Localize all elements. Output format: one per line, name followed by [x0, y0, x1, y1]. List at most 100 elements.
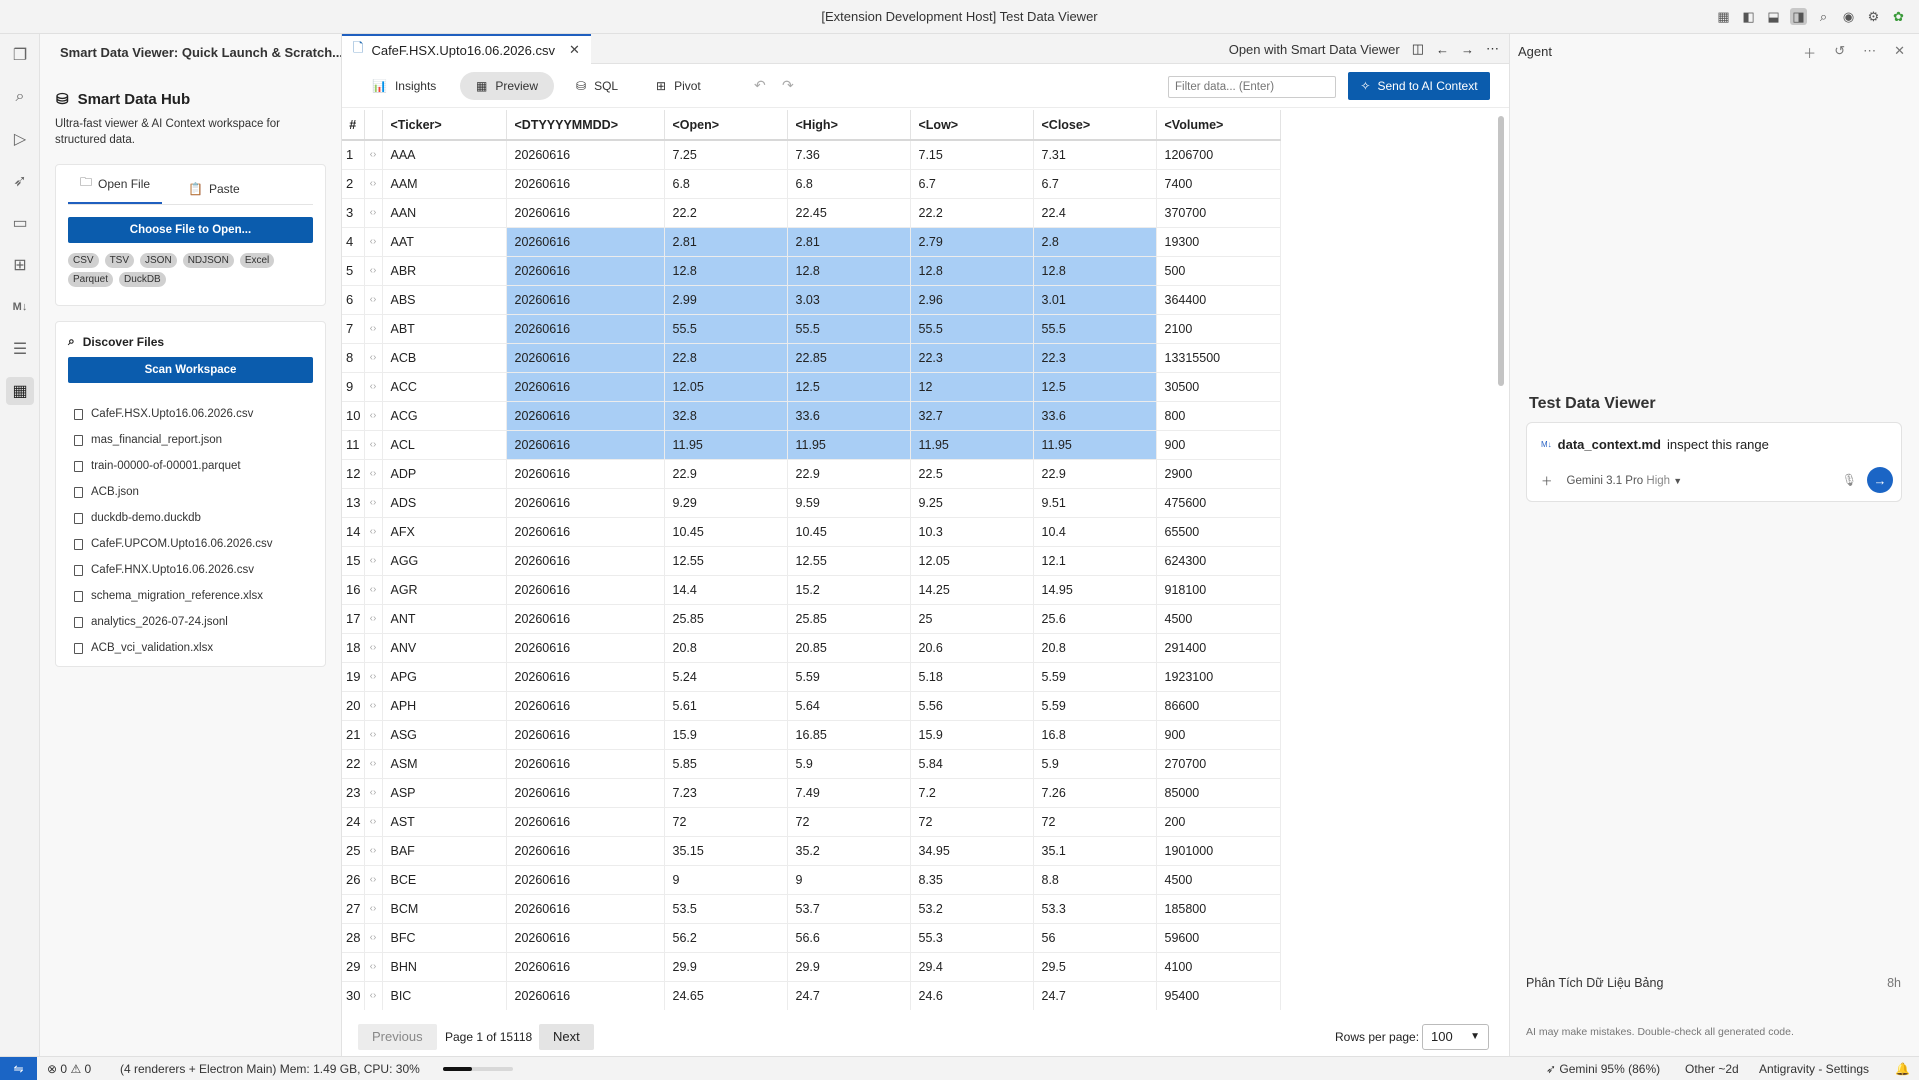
table-row[interactable]: 20 ‹› APH 20260616 5.61 5.64 5.56 5.59 86600 [342, 691, 1281, 721]
table-row[interactable]: 27 ‹› BCM 20260616 53.5 53.7 53.2 53.3 185800 [342, 894, 1281, 924]
table-cell[interactable]: BCM [382, 894, 507, 924]
table-cell[interactable]: 20260616 [506, 343, 665, 373]
table-cell[interactable]: 9.59 [787, 488, 911, 518]
table-cell[interactable]: 20.6 [910, 633, 1034, 663]
table-cell[interactable]: 12.1 [1033, 546, 1157, 576]
expand-row-icon[interactable]: ‹› [364, 198, 383, 228]
table-row[interactable]: 7 ‹› ABT 20260616 55.5 55.5 55.5 55.5 2100 [342, 314, 1281, 344]
table-cell[interactable]: 6.7 [910, 169, 1034, 199]
expand-row-icon[interactable]: ‹› [364, 401, 383, 431]
table-row[interactable]: 26 ‹› BCE 20260616 9 9 8.35 8.8 4500 [342, 865, 1281, 895]
table-cell[interactable]: 25.6 [1033, 604, 1157, 634]
table-cell[interactable]: 35.2 [787, 836, 911, 866]
table-cell[interactable]: 29.5 [1033, 952, 1157, 982]
table-cell[interactable]: APH [382, 691, 507, 721]
table-cell[interactable]: 9 [664, 865, 788, 895]
table-cell[interactable]: BIC [382, 981, 507, 1010]
table-cell[interactable]: 12.05 [910, 546, 1034, 576]
table-cell[interactable]: 14.25 [910, 575, 1034, 605]
table-cell[interactable]: 55.5 [910, 314, 1034, 344]
expand-row-icon[interactable]: ‹› [364, 140, 383, 170]
table-cell[interactable]: 55.5 [664, 314, 788, 344]
gemini-quota[interactable]: ➶ Gemini 95% (86%) [1546, 1062, 1660, 1076]
table-cell[interactable]: 16.85 [787, 720, 911, 750]
table-cell[interactable]: 6.8 [787, 169, 911, 199]
table-cell[interactable]: AAN [382, 198, 507, 228]
chrome-icon[interactable]: ◉ [1840, 8, 1857, 25]
table-cell[interactable]: 1923100 [1156, 662, 1281, 692]
expand-row-icon[interactable]: ‹› [364, 952, 383, 982]
table-cell[interactable]: 20260616 [506, 140, 665, 170]
table-cell[interactable]: 185800 [1156, 894, 1281, 924]
data-viewer-icon[interactable]: ▦ [0, 370, 40, 412]
table-cell[interactable]: 4500 [1156, 865, 1281, 895]
table-cell[interactable]: 900 [1156, 430, 1281, 460]
other-quota[interactable]: Other ~2d [1685, 1062, 1739, 1076]
column-header-index[interactable]: # [342, 110, 365, 141]
next-button[interactable]: Next [539, 1024, 594, 1050]
table-cell[interactable]: ACC [382, 372, 507, 402]
table-cell[interactable]: 1206700 [1156, 140, 1281, 170]
table-cell[interactable]: 20260616 [506, 778, 665, 808]
expand-row-icon[interactable]: ‹› [364, 662, 383, 692]
table-row[interactable]: 3 ‹› AAN 20260616 22.2 22.45 22.2 22.4 370700 [342, 198, 1281, 228]
table-cell[interactable]: 7.36 [787, 140, 911, 170]
table-cell[interactable]: 20260616 [506, 807, 665, 837]
table-cell[interactable]: 22.9 [1033, 459, 1157, 489]
table-cell[interactable]: 22.9 [664, 459, 788, 489]
column-header[interactable]: <Ticker> [382, 110, 507, 141]
filter-input[interactable] [1168, 76, 1336, 98]
table-cell[interactable]: 55.5 [787, 314, 911, 344]
table-cell[interactable]: 20260616 [506, 488, 665, 518]
table-row[interactable]: 12 ‹› ADP 20260616 22.9 22.9 22.5 22.9 2900 [342, 459, 1281, 489]
table-cell[interactable]: 5.24 [664, 662, 788, 692]
expand-row-icon[interactable]: ‹› [364, 575, 383, 605]
table-cell[interactable]: ASP [382, 778, 507, 808]
table-cell[interactable]: 22.3 [910, 343, 1034, 373]
table-cell[interactable]: 33.6 [1033, 401, 1157, 431]
table-cell[interactable]: 5.59 [787, 662, 911, 692]
table-cell[interactable]: 20260616 [506, 459, 665, 489]
table-cell[interactable]: AAA [382, 140, 507, 170]
expand-row-icon[interactable]: ‹› [364, 865, 383, 895]
table-cell[interactable]: 20260616 [506, 372, 665, 402]
table-cell[interactable]: 20.85 [787, 633, 911, 663]
table-cell[interactable]: 24.65 [664, 981, 788, 1010]
table-cell[interactable]: 20260616 [506, 604, 665, 634]
table-cell[interactable]: 29.4 [910, 952, 1034, 982]
table-cell[interactable]: 25.85 [664, 604, 788, 634]
table-cell[interactable]: ACL [382, 430, 507, 460]
table-cell[interactable]: 6.8 [664, 169, 788, 199]
table-cell[interactable]: 10.45 [787, 517, 911, 547]
table-cell[interactable]: 24.7 [787, 981, 911, 1010]
file-list-item[interactable]: analytics_2026-07-24.jsonl [68, 609, 313, 635]
expand-row-icon[interactable]: ‹› [364, 227, 383, 257]
file-list-item[interactable]: CafeF.UPCOM.Upto16.06.2026.csv [68, 531, 313, 557]
table-cell[interactable]: 20260616 [506, 662, 665, 692]
table-cell[interactable]: 22.5 [910, 459, 1034, 489]
table-cell[interactable]: 900 [1156, 720, 1281, 750]
table-cell[interactable]: 56.2 [664, 923, 788, 953]
table-cell[interactable]: BAF [382, 836, 507, 866]
table-cell[interactable]: 20260616 [506, 430, 665, 460]
choose-file-button[interactable]: Choose File to Open... [68, 217, 313, 243]
previous-button[interactable]: Previous [358, 1024, 437, 1050]
file-list-item[interactable]: schema_migration_reference.xlsx [68, 583, 313, 609]
tab-paste[interactable]: 📋 Paste [176, 182, 252, 204]
expand-row-icon[interactable]: ‹› [364, 169, 383, 199]
table-cell[interactable]: 7.49 [787, 778, 911, 808]
table-cell[interactable]: 475600 [1156, 488, 1281, 518]
table-cell[interactable]: 624300 [1156, 546, 1281, 576]
expand-row-icon[interactable]: ‹› [364, 981, 383, 1010]
table-cell[interactable]: 85000 [1156, 778, 1281, 808]
send-to-ai-button[interactable]: ✧ Send to AI Context [1348, 72, 1490, 100]
table-cell[interactable]: 56 [1033, 923, 1157, 953]
file-list-item[interactable]: ACB_vci_validation.xlsx [68, 635, 313, 661]
table-cell[interactable]: ADP [382, 459, 507, 489]
table-cell[interactable]: AFX [382, 517, 507, 547]
table-cell[interactable]: 55.5 [1033, 314, 1157, 344]
table-cell[interactable]: 35.1 [1033, 836, 1157, 866]
table-cell[interactable]: ASM [382, 749, 507, 779]
table-row[interactable]: 21 ‹› ASG 20260616 15.9 16.85 15.9 16.8 900 [342, 720, 1281, 750]
table-cell[interactable]: 34.95 [910, 836, 1034, 866]
